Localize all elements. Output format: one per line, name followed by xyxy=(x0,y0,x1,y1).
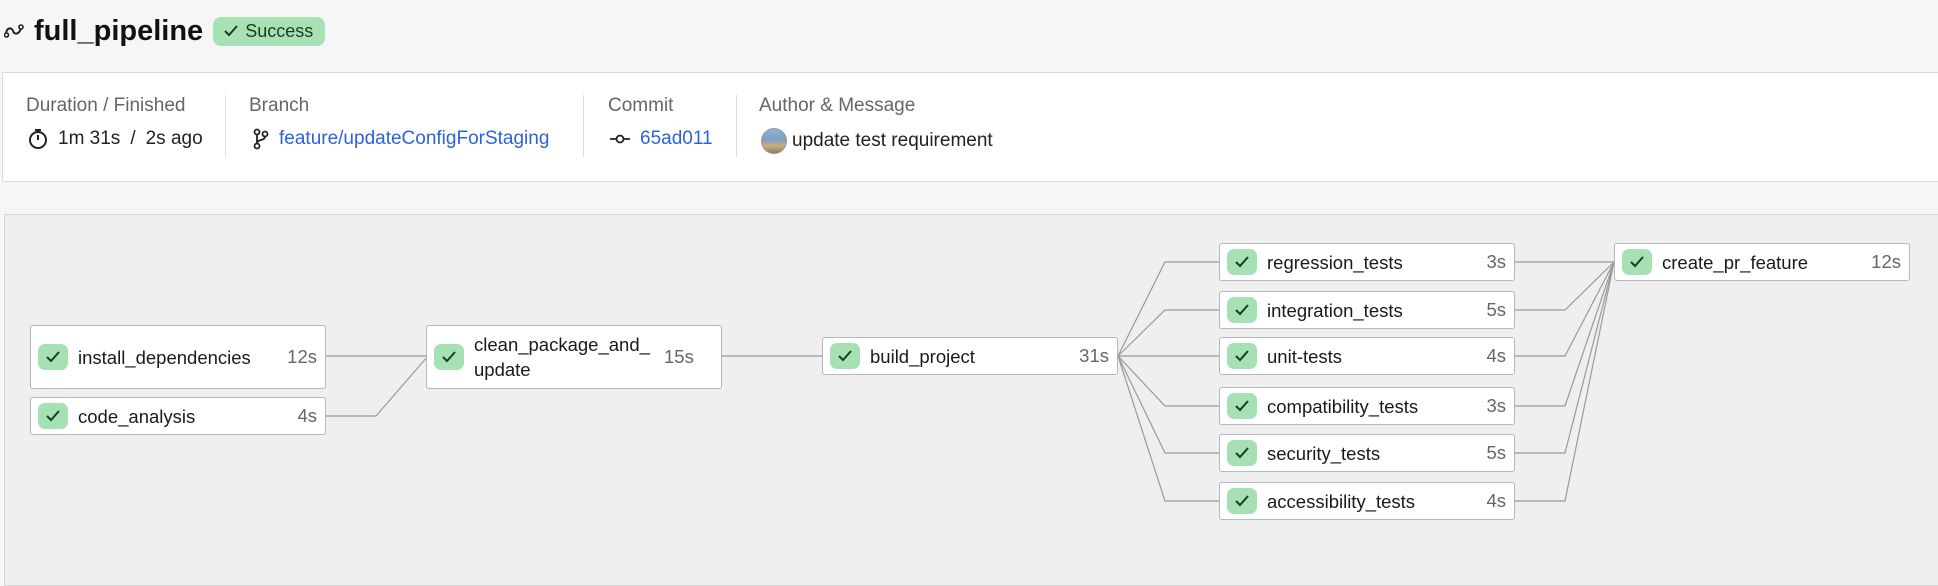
run-summary: Duration / Finished 1m 31s / 2s ago Bran… xyxy=(2,72,1938,182)
job-duration: 31s xyxy=(1079,345,1109,366)
job-duration: 3s xyxy=(1486,251,1506,272)
duration-separator: / xyxy=(130,128,136,149)
job-duration: 4s xyxy=(1486,345,1506,366)
branch-link[interactable]: feature/updateConfigForStaging xyxy=(279,128,549,150)
duration-label: Duration / Finished xyxy=(26,95,186,116)
git-branch-icon xyxy=(253,128,269,150)
job-duration: 12s xyxy=(1871,251,1901,272)
status-badge-label: Success xyxy=(245,20,314,41)
duration-text: 1m 31s xyxy=(58,128,121,149)
check-icon xyxy=(224,25,238,37)
author-value: update test requirement xyxy=(761,128,993,154)
job-clean-package-and-update[interactable]: clean_package_and_ update 15s xyxy=(426,325,722,389)
timer-icon xyxy=(29,129,47,149)
check-icon xyxy=(830,343,860,369)
edge xyxy=(1117,355,1219,407)
commit-label: Commit xyxy=(608,95,674,116)
page-title: full_pipeline xyxy=(34,14,204,47)
check-icon xyxy=(1622,249,1652,275)
commit-link[interactable]: 65ad011 xyxy=(640,128,713,150)
job-duration: 5s xyxy=(1486,442,1506,463)
job-regression-tests[interactable]: regression_tests 3s xyxy=(1219,243,1515,281)
job-unit-tests[interactable]: unit-tests 4s xyxy=(1219,337,1515,375)
check-icon xyxy=(1227,343,1257,369)
job-security-tests[interactable]: security_tests 5s xyxy=(1219,434,1515,472)
job-accessibility-tests[interactable]: accessibility_tests 4s xyxy=(1219,482,1515,520)
author-label: Author & Message xyxy=(759,95,916,116)
check-icon xyxy=(38,403,68,429)
divider xyxy=(736,95,737,157)
job-name: clean_package_and_ update xyxy=(474,334,650,380)
branch-label: Branch xyxy=(249,95,310,116)
job-integration-tests[interactable]: integration_tests 5s xyxy=(1219,291,1515,329)
job-duration: 4s xyxy=(297,405,317,426)
job-build-project[interactable]: build_project 31s xyxy=(822,337,1118,375)
status-badge: Success xyxy=(213,16,326,46)
finished-text: 2s ago xyxy=(145,128,203,149)
check-icon xyxy=(1227,440,1257,466)
job-duration: 4s xyxy=(1486,490,1506,511)
edge xyxy=(1514,261,1615,311)
job-duration: 15s xyxy=(664,346,694,367)
avatar[interactable] xyxy=(761,128,787,154)
check-icon xyxy=(1227,393,1257,419)
check-icon xyxy=(434,344,464,370)
pipeline-icon xyxy=(4,20,26,42)
job-code-analysis[interactable]: code_analysis 4s xyxy=(30,397,326,435)
edge xyxy=(1514,261,1615,502)
branch-value: feature/updateConfigForStaging xyxy=(253,128,549,150)
edge xyxy=(326,355,429,417)
job-name: install_dependencies xyxy=(78,346,251,368)
divider xyxy=(583,95,584,157)
job-install-dependencies[interactable]: install_dependencies 12s xyxy=(30,325,326,389)
job-name: compatibility_tests xyxy=(1267,395,1419,417)
job-name: unit-tests xyxy=(1267,345,1343,367)
job-name: code_analysis xyxy=(78,405,196,427)
check-icon xyxy=(1227,249,1257,275)
pipeline-header: full_pipeline Success xyxy=(0,8,326,54)
job-duration: 12s xyxy=(287,346,317,367)
divider xyxy=(225,95,226,157)
job-name: regression_tests xyxy=(1267,251,1403,273)
job-duration: 5s xyxy=(1486,299,1506,320)
job-name: security_tests xyxy=(1267,442,1381,464)
job-name: integration_tests xyxy=(1267,299,1403,321)
job-name: accessibility_tests xyxy=(1267,490,1416,512)
pipeline-graph: install_dependencies 12s code_analysis 4… xyxy=(4,214,1938,586)
job-name: build_project xyxy=(870,345,975,367)
job-compatibility-tests[interactable]: compatibility_tests 3s xyxy=(1219,387,1515,425)
job-name: create_pr_feature xyxy=(1662,251,1809,273)
job-duration: 3s xyxy=(1486,395,1506,416)
check-icon xyxy=(38,344,68,370)
git-commit-icon xyxy=(610,134,630,144)
check-icon xyxy=(1227,488,1257,514)
commit-message: update test requirement xyxy=(792,130,993,151)
edge xyxy=(1117,355,1219,502)
job-create-pr-feature[interactable]: create_pr_feature 12s xyxy=(1614,243,1910,281)
duration-value: 1m 31s / 2s ago xyxy=(28,128,203,150)
commit-value: 65ad011 xyxy=(610,128,713,150)
check-icon xyxy=(1227,297,1257,323)
edge xyxy=(1117,309,1219,357)
